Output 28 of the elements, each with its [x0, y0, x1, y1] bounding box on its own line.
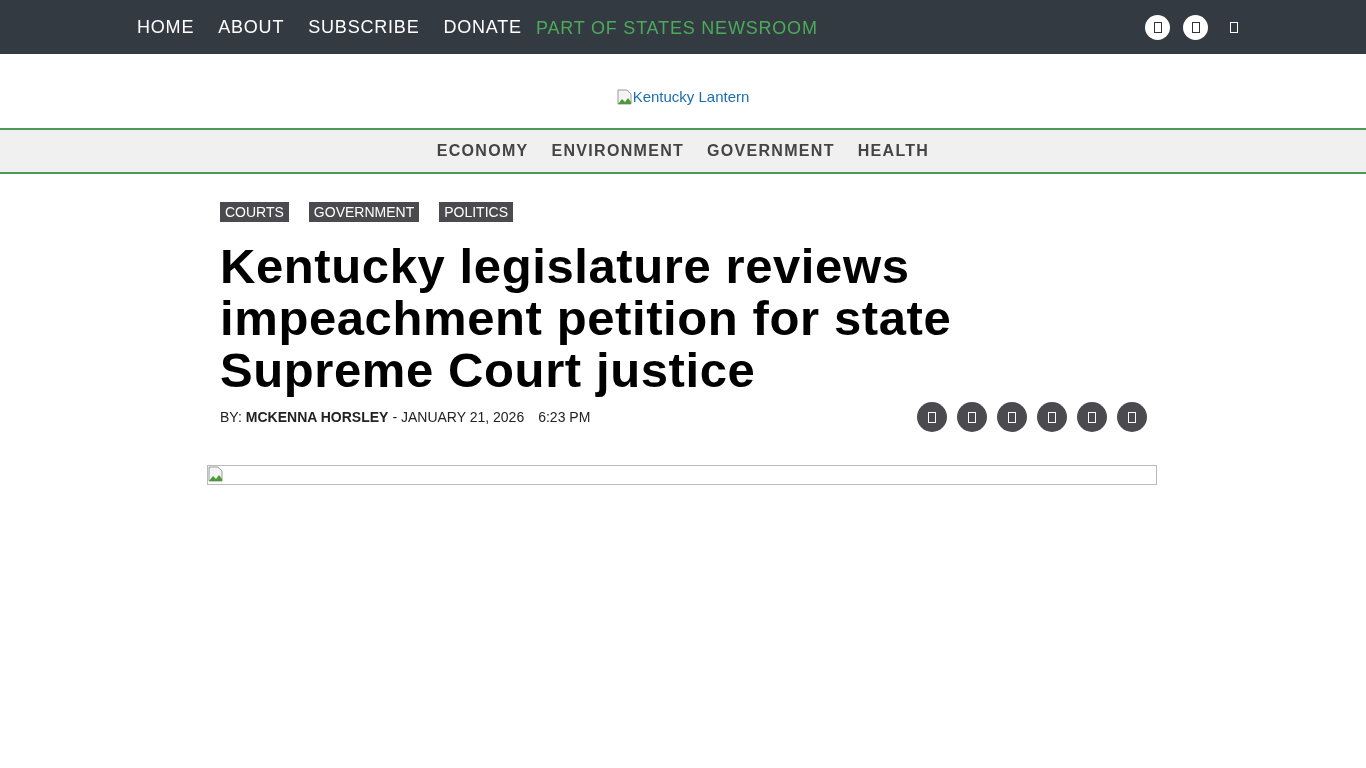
share-button[interactable] — [1037, 402, 1067, 432]
network-tagline: PART OF STATES NEWSROOM — [535, 17, 818, 39]
nav-link[interactable]: SUBSCRIBE — [308, 16, 420, 38]
share-button[interactable] — [1077, 402, 1107, 432]
category-tag[interactable]: GOVERNMENT — [308, 202, 420, 222]
social-button[interactable] — [1145, 14, 1170, 40]
section-link[interactable]: ECONOMY — [436, 142, 529, 160]
nav-link[interactable]: DONATE — [443, 16, 522, 38]
byline-prefix: BY: — [220, 409, 242, 425]
broken-image-icon — [616, 88, 633, 105]
section-link[interactable]: HEALTH — [857, 142, 930, 160]
nav-link[interactable]: HOME — [137, 16, 195, 38]
share-button[interactable] — [917, 402, 947, 432]
share-button[interactable] — [957, 402, 987, 432]
category-tag[interactable]: POLITICS — [439, 202, 513, 222]
share-button[interactable] — [1117, 402, 1147, 432]
publish-time: 6:23 PM — [538, 409, 591, 425]
article-headline: Kentucky legislature reviews impeachment petition for state Supreme Court justice — [220, 240, 953, 396]
broken-image-icon — [208, 466, 224, 482]
category-tag[interactable]: COURTS — [220, 202, 289, 222]
section-link[interactable]: GOVERNMENT — [707, 142, 835, 160]
nav-link[interactable]: ABOUT — [218, 16, 285, 38]
section-link[interactable]: ENVIRONMENT — [551, 142, 685, 160]
social-button[interactable] — [1183, 14, 1208, 40]
share-button[interactable] — [997, 402, 1027, 432]
logo-link[interactable]: Kentucky Lantern — [616, 87, 750, 105]
author-link[interactable]: MCKENNA HORSLEY — [245, 409, 389, 425]
publish-date: - JANUARY 21, 2026 — [392, 409, 525, 425]
